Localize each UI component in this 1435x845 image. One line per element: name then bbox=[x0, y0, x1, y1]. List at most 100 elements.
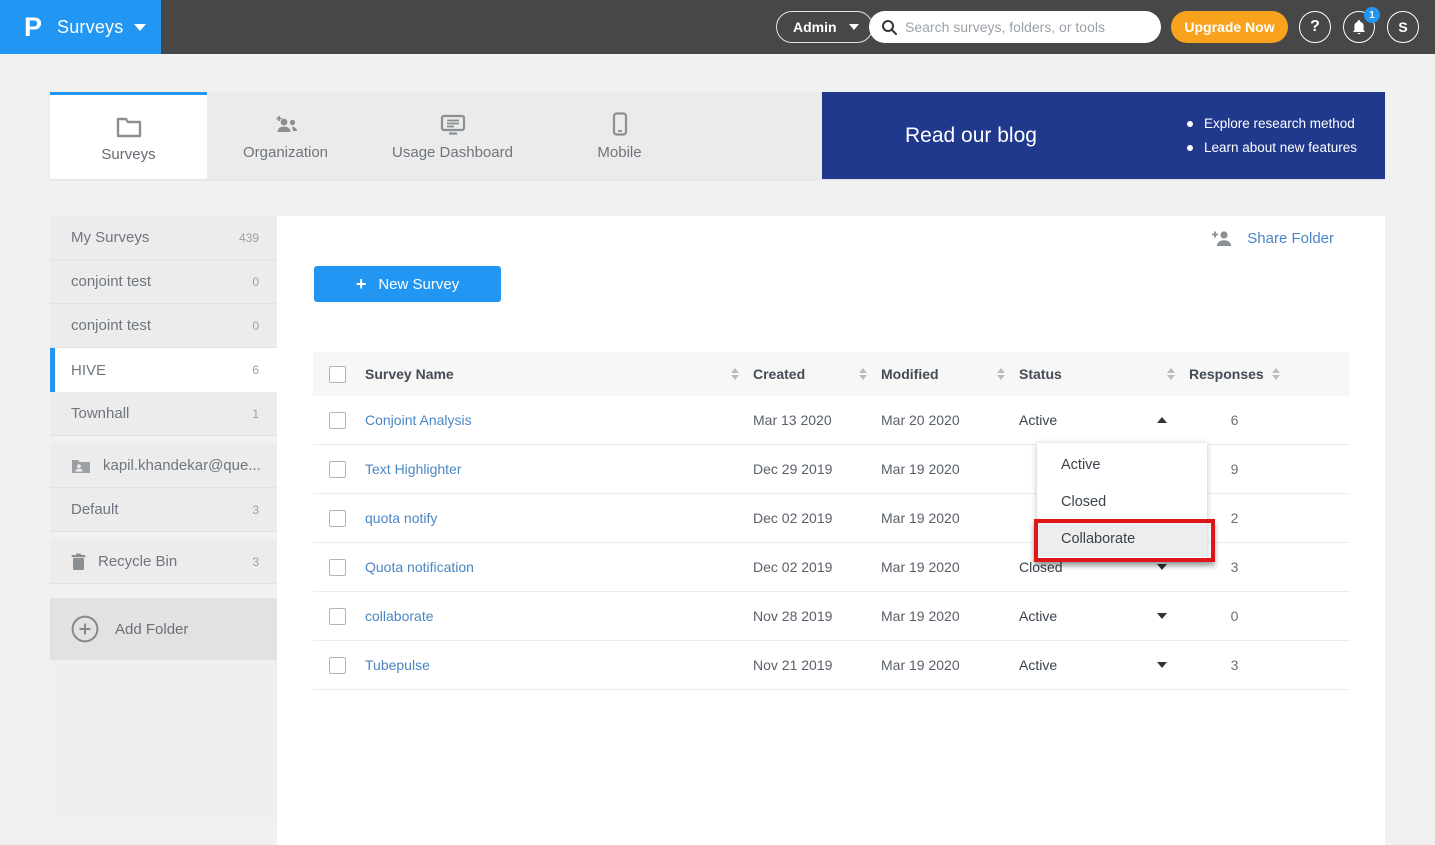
blog-banner[interactable]: Read our blog Explore research method Le… bbox=[822, 92, 1385, 179]
row-checkbox[interactable] bbox=[329, 608, 346, 625]
folder-count: 0 bbox=[252, 319, 259, 333]
tab-organization[interactable]: Organization bbox=[207, 92, 364, 179]
admin-menu-button[interactable]: Admin bbox=[776, 11, 873, 43]
row-checkbox[interactable] bbox=[329, 559, 346, 576]
column-header-survey-name: Survey Name bbox=[365, 366, 454, 382]
survey-name-link[interactable]: collaborate bbox=[365, 608, 434, 624]
row-checkbox[interactable] bbox=[329, 657, 346, 674]
folder-label: HIVE bbox=[71, 362, 106, 379]
survey-name-link[interactable]: Conjoint Analysis bbox=[365, 412, 472, 428]
folder-count: 1 bbox=[252, 407, 259, 421]
table-row: Conjoint Analysis Mar 13 2020 Mar 20 202… bbox=[313, 396, 1350, 445]
sidebar-item-default[interactable]: Default 3 bbox=[50, 488, 277, 532]
status-value: Active bbox=[1019, 608, 1057, 624]
sidebar-divider bbox=[50, 532, 277, 540]
sort-icon[interactable] bbox=[997, 368, 1005, 380]
sort-icon[interactable] bbox=[731, 368, 739, 380]
status-option-active[interactable]: Active bbox=[1037, 446, 1207, 483]
sort-icon[interactable] bbox=[859, 368, 867, 380]
share-folder-button[interactable]: Share Folder bbox=[1211, 230, 1334, 247]
new-survey-label: New Survey bbox=[378, 276, 459, 293]
select-all-checkbox[interactable] bbox=[329, 366, 346, 383]
folders-sidebar: My Surveys 439 conjoint test 0 conjoint … bbox=[50, 216, 277, 845]
folder-label: Default bbox=[71, 501, 119, 518]
folder-label: Townhall bbox=[71, 405, 129, 422]
notifications-button[interactable]: 1 bbox=[1343, 11, 1375, 43]
folder-label: conjoint test bbox=[71, 273, 151, 290]
survey-name-link[interactable]: Text Highlighter bbox=[365, 461, 462, 477]
add-folder-label: Add Folder bbox=[115, 621, 188, 638]
status-dropdown-trigger[interactable]: Active bbox=[1019, 608, 1189, 624]
status-dropdown-trigger[interactable]: Closed bbox=[1019, 559, 1189, 575]
folder-icon bbox=[116, 112, 142, 138]
tab-label: Mobile bbox=[597, 144, 641, 161]
responses-count: 6 bbox=[1189, 412, 1350, 428]
mobile-icon bbox=[612, 110, 628, 136]
tab-surveys[interactable]: Surveys bbox=[50, 92, 207, 179]
sidebar-item-shared-folder[interactable]: kapil.khandekar@que... bbox=[50, 444, 277, 488]
survey-name-link[interactable]: Quota notification bbox=[365, 559, 474, 575]
created-date: Nov 21 2019 bbox=[753, 657, 881, 673]
column-header-responses: Responses bbox=[1189, 366, 1264, 382]
chevron-down-icon[interactable] bbox=[1157, 662, 1167, 668]
search-input[interactable] bbox=[905, 19, 1149, 35]
created-date: Dec 29 2019 bbox=[753, 461, 881, 477]
notification-count-badge: 1 bbox=[1364, 7, 1380, 23]
status-option-closed[interactable]: Closed bbox=[1037, 483, 1207, 520]
folder-count: 6 bbox=[252, 363, 259, 377]
dashboard-icon bbox=[440, 110, 466, 136]
user-avatar[interactable]: S bbox=[1387, 11, 1419, 43]
row-checkbox[interactable] bbox=[329, 510, 346, 527]
tab-label: Organization bbox=[243, 144, 328, 161]
sidebar-item-conjoint-test-1[interactable]: conjoint test 0 bbox=[50, 260, 277, 304]
status-value: Closed bbox=[1019, 559, 1063, 575]
responses-count: 9 bbox=[1189, 461, 1350, 477]
tab-mobile[interactable]: Mobile bbox=[541, 92, 698, 179]
brand-logo-icon: P bbox=[24, 14, 42, 41]
sidebar-item-hive[interactable]: HIVE 6 bbox=[50, 348, 277, 392]
table-header-row: Survey Name Created Modified Status Resp… bbox=[313, 352, 1350, 396]
survey-name-link[interactable]: Tubepulse bbox=[365, 657, 430, 673]
status-value: Active bbox=[1019, 657, 1057, 673]
sidebar-item-townhall[interactable]: Townhall 1 bbox=[50, 392, 277, 436]
chevron-down-icon[interactable] bbox=[1157, 613, 1167, 619]
sidebar-item-recycle-bin[interactable]: Recycle Bin 3 bbox=[50, 540, 277, 584]
responses-count: 3 bbox=[1189, 559, 1350, 575]
tab-usage-dashboard[interactable]: Usage Dashboard bbox=[364, 92, 541, 179]
table-row: collaborate Nov 28 2019 Mar 19 2020 Acti… bbox=[313, 592, 1350, 641]
status-dropdown-trigger[interactable]: Active bbox=[1019, 412, 1189, 428]
new-survey-button[interactable]: + New Survey bbox=[314, 266, 501, 302]
row-checkbox[interactable] bbox=[329, 412, 346, 429]
status-dropdown-trigger[interactable]: Active bbox=[1019, 657, 1189, 673]
sidebar-item-my-surveys[interactable]: My Surveys 439 bbox=[50, 216, 277, 260]
modified-date: Mar 19 2020 bbox=[881, 657, 1019, 673]
surveys-panel: Share Folder + New Survey Survey Name Cr… bbox=[277, 216, 1385, 845]
help-button[interactable]: ? bbox=[1299, 11, 1331, 43]
folder-label: kapil.khandekar@que... bbox=[103, 457, 261, 474]
plus-circle-icon bbox=[71, 615, 99, 643]
row-checkbox[interactable] bbox=[329, 461, 346, 478]
banner-title: Read our blog bbox=[905, 124, 1037, 148]
sidebar-divider bbox=[50, 436, 277, 444]
modified-date: Mar 19 2020 bbox=[881, 510, 1019, 526]
sort-icon[interactable] bbox=[1167, 368, 1175, 380]
chevron-up-icon[interactable] bbox=[1157, 417, 1167, 423]
upgrade-now-button[interactable]: Upgrade Now bbox=[1171, 11, 1288, 43]
status-option-collaborate[interactable]: Collaborate bbox=[1037, 520, 1207, 557]
global-search bbox=[869, 11, 1161, 43]
banner-bullet-list: Explore research method Learn about new … bbox=[1187, 116, 1357, 155]
chevron-down-icon[interactable] bbox=[1157, 564, 1167, 570]
section-tabs-card: Surveys Organization Usage Dashboard Mob… bbox=[50, 92, 1385, 179]
product-name: Surveys bbox=[57, 17, 123, 38]
product-switcher[interactable]: P Surveys bbox=[0, 0, 161, 54]
survey-name-link[interactable]: quota notify bbox=[365, 510, 437, 526]
table-row: Tubepulse Nov 21 2019 Mar 19 2020 Active… bbox=[313, 641, 1350, 690]
chevron-down-icon bbox=[134, 24, 146, 31]
sort-icon[interactable] bbox=[1272, 368, 1280, 380]
sidebar-item-conjoint-test-2[interactable]: conjoint test 0 bbox=[50, 304, 277, 348]
bell-icon bbox=[1351, 19, 1367, 36]
add-folder-button[interactable]: Add Folder bbox=[50, 598, 277, 660]
person-add-icon bbox=[1211, 230, 1235, 247]
share-folder-label: Share Folder bbox=[1247, 230, 1334, 247]
created-date: Dec 02 2019 bbox=[753, 559, 881, 575]
